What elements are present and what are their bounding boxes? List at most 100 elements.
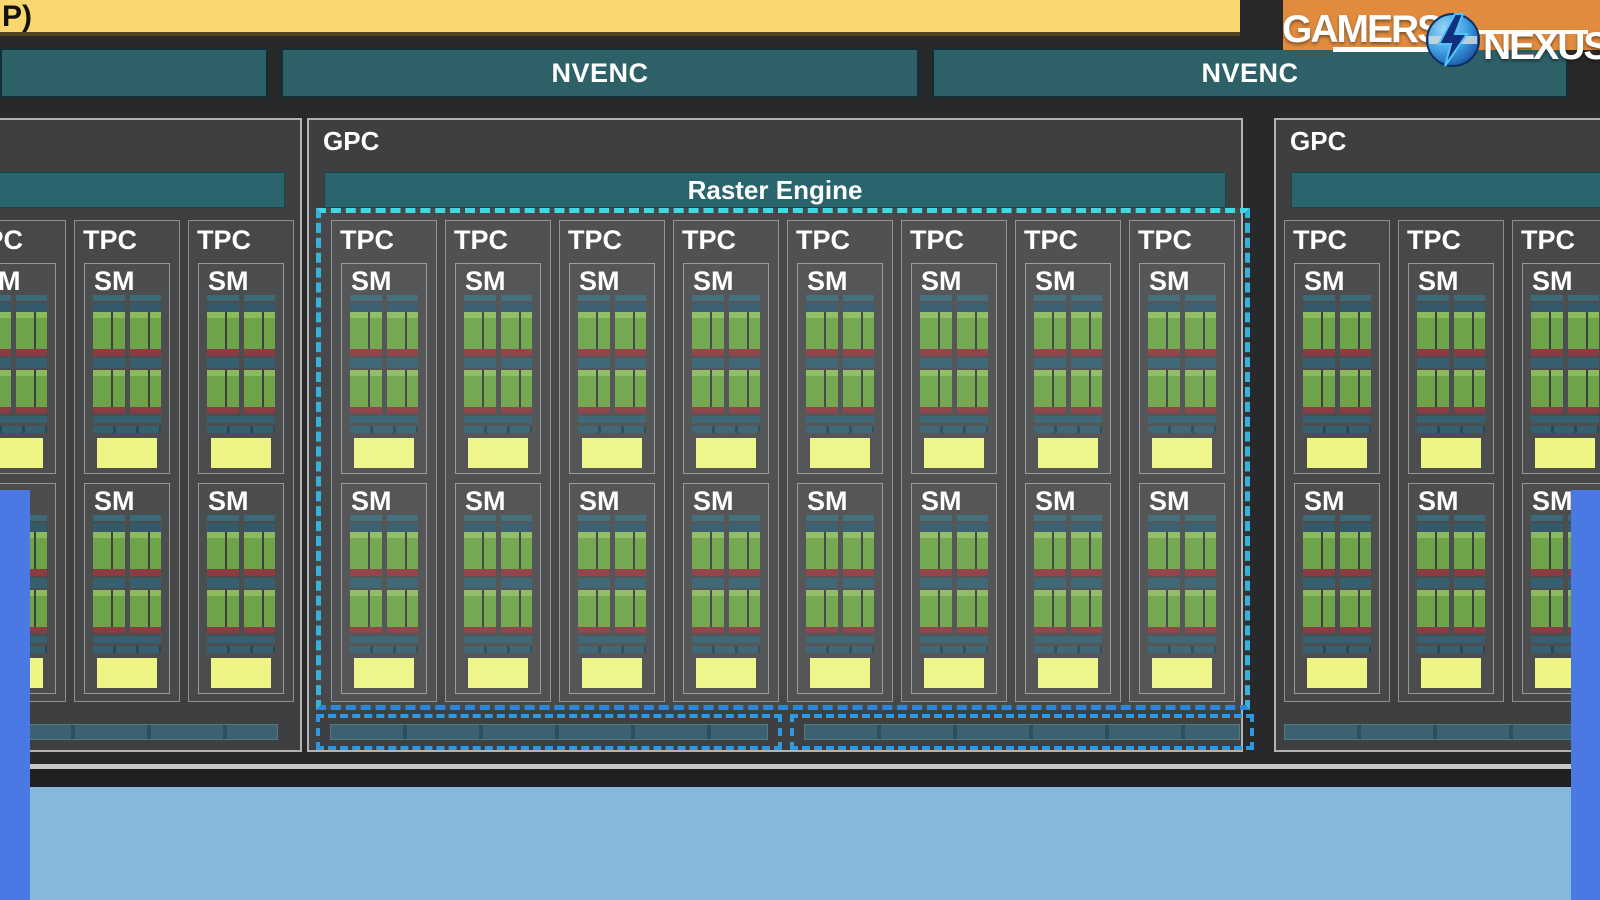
core-column [957, 515, 989, 633]
load-store-bar [350, 636, 418, 643]
core-column [1303, 515, 1335, 633]
core-column [729, 515, 761, 633]
core-column [729, 295, 761, 413]
cache-strip [1531, 358, 1563, 368]
core-grid [1454, 532, 1486, 569]
core-grid [1568, 312, 1600, 349]
scheduler-strip [843, 515, 875, 521]
core-grid [1071, 532, 1103, 569]
dispatch-strip [806, 523, 838, 532]
register-strip [843, 627, 875, 633]
dispatch-strip [615, 523, 647, 532]
scheduler-strip [1185, 515, 1217, 521]
cache-strip [244, 578, 276, 588]
dispatch-strip [1531, 303, 1563, 312]
core-grid [729, 312, 761, 349]
load-store-bar [1148, 636, 1216, 643]
dispatch-strip [207, 523, 239, 532]
sm-label: SM [85, 484, 169, 515]
dispatch-strip [957, 523, 989, 532]
core-grid [920, 370, 952, 407]
core-grid-divider [1358, 532, 1360, 569]
texture-unit-bar [1417, 426, 1485, 433]
core-column [464, 295, 496, 413]
shared-memory-block [1038, 438, 1098, 468]
dispatch-strip [1340, 303, 1372, 312]
sm-block: SM [1408, 263, 1494, 474]
dispatch-strip [1148, 303, 1180, 312]
core-column [615, 515, 647, 633]
dispatch-strip [1531, 523, 1563, 532]
dispatch-strip [464, 523, 496, 532]
shared-memory-block [211, 438, 271, 468]
core-grid-divider [368, 532, 370, 569]
load-store-bar [578, 636, 646, 643]
cache-strip [464, 578, 496, 588]
scheduler-strip [501, 515, 533, 521]
load-store-bar [350, 416, 418, 423]
load-store-bar [806, 416, 874, 423]
core-grid-divider [1203, 312, 1205, 349]
core-grid [130, 312, 162, 349]
dispatch-strip [729, 523, 761, 532]
core-grid-divider [405, 590, 407, 627]
core-grid [464, 590, 496, 627]
shared-memory-block [1307, 658, 1367, 688]
cache-strip [1148, 578, 1180, 588]
sm-block: SM [1139, 483, 1225, 694]
scheduler-strip [1340, 295, 1372, 301]
core-grid [729, 370, 761, 407]
core-grid-divider [747, 590, 749, 627]
core-grid-divider [1435, 312, 1437, 349]
register-strip [501, 407, 533, 413]
register-strip [93, 349, 125, 356]
scheduler-strip [350, 515, 382, 521]
core-grid [1071, 312, 1103, 349]
register-strip [387, 569, 419, 576]
tpc-label: TPC [0, 221, 65, 259]
register-strip [1071, 627, 1103, 633]
core-column [1340, 295, 1372, 413]
core-grid-divider [1549, 590, 1551, 627]
scheduler-strip [692, 515, 724, 521]
tpc-column: TPCSMSM [74, 220, 180, 702]
dispatch-strip [957, 303, 989, 312]
register-strip [1034, 569, 1066, 576]
register-strip [1148, 407, 1180, 413]
scheduler-strip [1454, 515, 1486, 521]
dispatch-strip [843, 523, 875, 532]
core-grid-divider [1089, 370, 1091, 407]
load-store-bar [692, 416, 760, 423]
sm-label: SM [684, 484, 768, 515]
core-grid [464, 532, 496, 569]
register-strip [130, 569, 162, 576]
sm-block: SM [455, 483, 541, 694]
core-grid-divider [861, 532, 863, 569]
texture-unit-bar [1303, 426, 1371, 433]
core-column [1185, 295, 1217, 413]
cache-strip [387, 578, 419, 588]
core-grid [1185, 312, 1217, 349]
scheduler-strip [130, 295, 162, 301]
core-grid [615, 590, 647, 627]
register-strip [1071, 407, 1103, 413]
core-grid [843, 532, 875, 569]
tpc-label: TPC [560, 221, 664, 259]
core-grid-divider [824, 370, 826, 407]
register-strip [578, 349, 610, 356]
texture-unit-bar [0, 426, 47, 433]
core-grid-divider [405, 370, 407, 407]
sm-block: SM [1025, 483, 1111, 694]
register-strip [806, 569, 838, 576]
core-grid-divider [1435, 590, 1437, 627]
shared-memory-block [211, 658, 271, 688]
core-grid-divider [482, 532, 484, 569]
core-grid [692, 590, 724, 627]
core-grid [464, 370, 496, 407]
sm-block: SM [84, 263, 170, 474]
scheduler-strip [1531, 295, 1563, 301]
scheduler-strip [16, 295, 48, 301]
core-grid-divider [225, 312, 227, 349]
core-grid-divider [710, 312, 712, 349]
sm-body [456, 515, 540, 688]
